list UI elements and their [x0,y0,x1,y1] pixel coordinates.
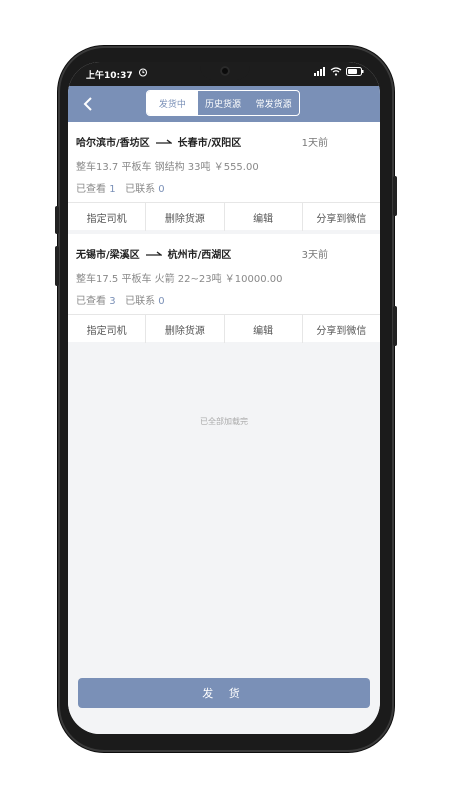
share-wechat-button[interactable]: 分享到微信 [303,315,380,343]
assign-driver-button[interactable]: 指定司机 [68,203,147,231]
time-ago: 3天前 [301,250,328,261]
viewed-count: 1 [109,184,116,195]
time-ago: 1天前 [301,138,328,149]
delete-cargo-button[interactable]: 删除货源 [146,203,225,231]
status-time: 上午10:37 [86,71,133,81]
route: 哈尔滨市/香坊区 长春市/双阳区 [76,134,241,149]
volume-button [55,246,59,286]
tab-history[interactable]: 历史货源 [198,91,249,115]
back-button[interactable] [76,92,100,116]
viewed-count: 3 [109,296,116,307]
battery-icon [346,67,364,79]
contacted-count: 0 [158,184,165,195]
post-cargo-button[interactable]: 发 货 [78,678,370,708]
tab-group: 发货中 历史货源 常发货源 [146,90,300,116]
cargo-detail: 整车13.7 平板车 钢结构 33吨 ￥555.00 [76,162,259,173]
cargo-card: 哈尔滨市/香坊区 长春市/双阳区 1天前 整车13.7 平板车 钢结构 33吨 … [68,122,380,231]
route-to: 杭州市/西湖区 [167,250,232,261]
card-actions: 指定司机 删除货源 编辑 分享到微信 [68,314,380,343]
route-from: 哈尔滨市/香坊区 [76,138,150,149]
status-bar: 上午10:37 [68,62,380,86]
camera-notch [200,62,250,80]
volume-button-right [393,306,397,346]
nav-bar: 发货中 历史货源 常发货源 [68,86,380,122]
viewed-label: 已查看 [76,296,106,307]
tab-frequent[interactable]: 常发货源 [248,91,299,115]
alarm-icon [138,67,148,80]
delete-cargo-button[interactable]: 删除货源 [146,315,225,343]
front-camera-icon [220,66,230,76]
contacted-label: 已联系 [125,184,156,195]
route-from: 无锡市/梁溪区 [76,250,140,261]
share-wechat-button[interactable]: 分享到微信 [303,203,380,231]
edit-button[interactable]: 编辑 [225,203,303,231]
route: 无锡市/梁溪区 杭州市/西湖区 [76,246,231,261]
cargo-stats: 已查看 3 已联系 0 [76,292,165,307]
chevron-left-icon [83,97,92,111]
wifi-icon [330,67,342,79]
cargo-stats: 已查看 1 已联系 0 [76,180,165,195]
arrow-right-icon [145,250,162,256]
tab-posting[interactable]: 发货中 [147,91,198,115]
cargo-list: 哈尔滨市/香坊区 长春市/双阳区 1天前 整车13.7 平板车 钢结构 33吨 … [68,122,380,734]
power-button [393,176,397,216]
contacted-label: 已联系 [125,296,156,307]
route-to: 长春市/双阳区 [177,138,242,149]
card-actions: 指定司机 删除货源 编辑 分享到微信 [68,202,380,231]
cargo-card: 无锡市/梁溪区 杭州市/西湖区 3天前 整车17.5 平板车 火箭 22~23吨… [68,234,380,343]
status-icons [314,67,364,79]
viewed-label: 已查看 [76,184,106,195]
side-button [55,206,59,234]
assign-driver-button[interactable]: 指定司机 [68,315,147,343]
contacted-count: 0 [158,296,165,307]
arrow-right-icon [155,138,172,144]
edit-button[interactable]: 编辑 [225,315,303,343]
cargo-detail: 整车17.5 平板车 火箭 22~23吨 ￥10000.00 [76,274,283,285]
signal-icon [314,67,326,79]
screen: 上午10:37 发货中 历史货源 常发货源 哈尔滨市/香坊区 长春市/双阳区 1… [68,62,380,734]
end-of-list-note: 已全部加载完 [200,417,248,426]
